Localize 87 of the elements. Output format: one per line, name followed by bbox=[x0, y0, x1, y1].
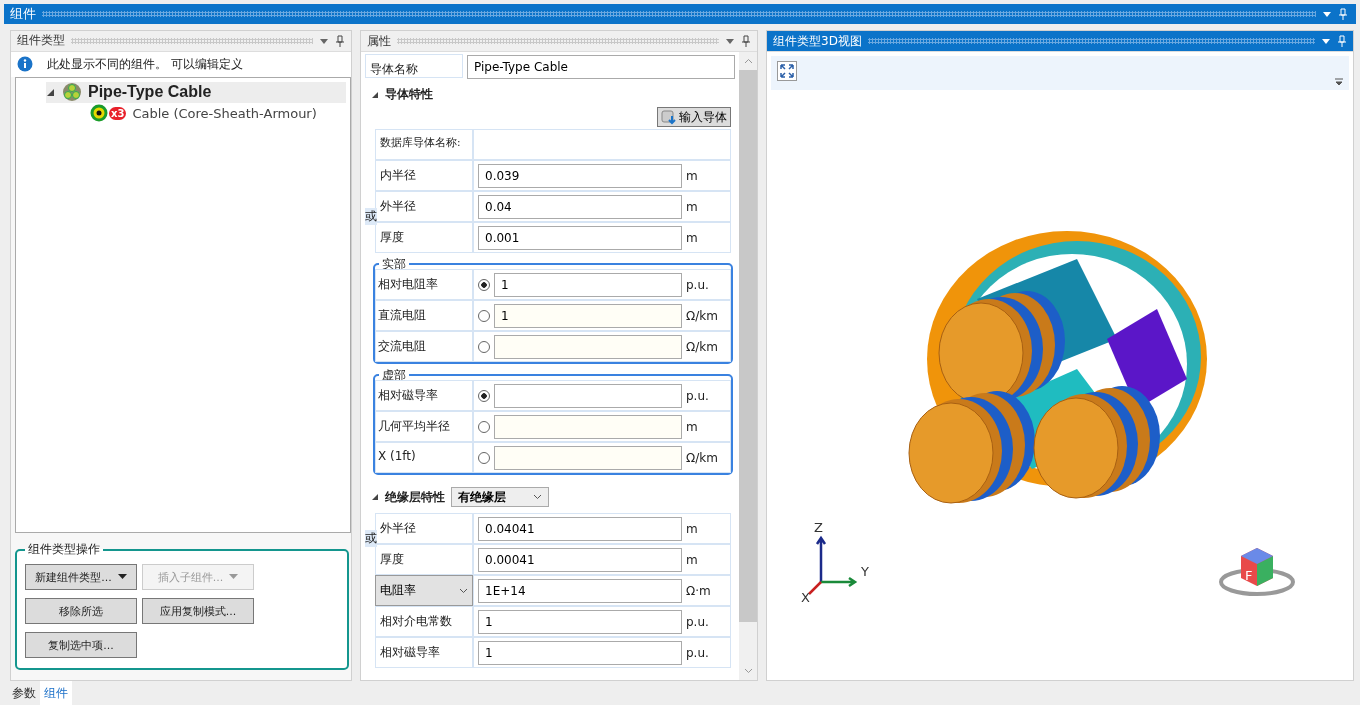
dropdown-button[interactable]: 新建组件类型... bbox=[25, 564, 137, 590]
tree-item[interactable]: x3 Cable (Core-Sheath-Armour) bbox=[46, 102, 346, 124]
info-icon bbox=[17, 56, 33, 73]
value-input[interactable]: 1 bbox=[478, 640, 682, 665]
action-button[interactable]: 复制选中项... bbox=[25, 632, 137, 658]
value-input[interactable]: 0.04 bbox=[478, 194, 682, 219]
tree-item[interactable]: Pipe-Type Cable bbox=[46, 81, 346, 103]
section-title: 导体特性 bbox=[385, 86, 433, 103]
value-input[interactable] bbox=[494, 383, 682, 408]
unit-label: Ω/km bbox=[686, 308, 719, 323]
property-dropdown[interactable]: 电阻率 bbox=[375, 575, 473, 606]
caret-icon[interactable] bbox=[533, 494, 542, 500]
value-input[interactable] bbox=[494, 445, 682, 470]
caret-icon[interactable] bbox=[725, 36, 735, 46]
or-label: 或 bbox=[365, 530, 377, 547]
unit-label: m bbox=[686, 419, 699, 434]
unit-label: Ω/km bbox=[686, 339, 719, 354]
field-label: 相对电阻率 bbox=[375, 269, 473, 300]
value-input[interactable]: 0.04041 bbox=[478, 516, 682, 541]
action-button[interactable]: 移除所选 bbox=[25, 598, 137, 624]
unit-label: m bbox=[686, 168, 699, 183]
field-label: 厚度 bbox=[375, 544, 473, 575]
value-input[interactable]: 0.001 bbox=[478, 225, 682, 250]
import-button[interactable]: 输入导体 bbox=[657, 107, 731, 127]
insulation-dropdown[interactable]: 有绝缘层 bbox=[451, 487, 549, 507]
radio-button[interactable] bbox=[478, 278, 490, 291]
field-label: 交流电阻 bbox=[375, 331, 473, 362]
axis-triad-drawing: Z Y X bbox=[799, 516, 879, 604]
panel-title: 组件类型3D视图 bbox=[773, 32, 862, 50]
collapse-arrow-icon[interactable] bbox=[371, 90, 379, 99]
unit-label: m bbox=[686, 521, 699, 536]
value-input[interactable]: 0.00041 bbox=[478, 547, 682, 572]
field-label: 导体名称 bbox=[365, 54, 463, 78]
window-title: 组件 bbox=[10, 5, 36, 23]
overflow-icon[interactable] bbox=[1335, 78, 1343, 86]
unit-label: p.u. bbox=[686, 388, 710, 403]
cable-core-icon bbox=[90, 104, 108, 123]
import-database-icon[interactable] bbox=[661, 109, 677, 125]
panel-title: 属性 bbox=[367, 32, 391, 50]
caret-icon[interactable] bbox=[459, 587, 468, 594]
or-label: 或 bbox=[365, 208, 377, 225]
field-label: 直流电阻 bbox=[375, 300, 473, 331]
collapse-arrow-icon[interactable] bbox=[371, 493, 379, 501]
section-title: 绝缘层特性 bbox=[385, 488, 445, 506]
bottom-tab[interactable]: 组件 bbox=[40, 681, 72, 705]
view-cube-drawing[interactable]: F bbox=[1217, 542, 1297, 602]
scroll-down-icon[interactable] bbox=[743, 668, 753, 674]
caret-icon[interactable] bbox=[117, 574, 127, 580]
field-label: 内半径 bbox=[375, 160, 473, 191]
pin-icon[interactable] bbox=[741, 35, 751, 47]
panel-title: 组件类型 bbox=[17, 32, 65, 50]
unit-label: p.u. bbox=[686, 614, 710, 629]
group-title: 实部 bbox=[381, 259, 407, 269]
field-label: 相对磁导率 bbox=[375, 637, 473, 668]
value-input[interactable]: 1 bbox=[494, 303, 682, 328]
field-label: 相对介电常数 bbox=[375, 606, 473, 637]
count-badge: x3 bbox=[109, 106, 127, 120]
unit-label: m bbox=[686, 230, 699, 245]
field-label: 数据库导体名称: bbox=[375, 129, 473, 160]
unit-label: p.u. bbox=[686, 645, 710, 660]
field-label: 厚度 bbox=[375, 222, 473, 253]
expand-arrow-icon[interactable] bbox=[46, 87, 56, 98]
value-input[interactable]: 1 bbox=[478, 609, 682, 634]
value-input[interactable]: 0.039 bbox=[478, 163, 682, 188]
value-input[interactable] bbox=[494, 334, 682, 359]
bottom-tab[interactable]: 参数 bbox=[8, 681, 40, 705]
unit-label: m bbox=[686, 552, 699, 567]
value-input[interactable] bbox=[494, 414, 682, 439]
pin-icon[interactable] bbox=[335, 34, 345, 47]
radio-button[interactable] bbox=[478, 389, 490, 402]
unit-label: Ω/km bbox=[686, 450, 719, 465]
action-button[interactable]: 应用复制模式... bbox=[142, 598, 254, 624]
field-label: X (1ft) bbox=[375, 442, 473, 473]
group-title: 组件类型操作 bbox=[27, 541, 101, 558]
unit-label: m bbox=[686, 199, 699, 214]
unit-label: Ω·m bbox=[686, 583, 712, 598]
unit-label: p.u. bbox=[686, 277, 710, 292]
value-input[interactable]: 1E+14 bbox=[478, 578, 682, 603]
field-label: 相对磁导率 bbox=[375, 380, 473, 411]
fit-view-button[interactable] bbox=[777, 61, 797, 81]
three-core-cable-icon bbox=[62, 82, 82, 103]
group-title: 虚部 bbox=[381, 370, 407, 380]
field-label: 几何平均半径 bbox=[375, 411, 473, 442]
scroll-up-icon[interactable] bbox=[743, 58, 753, 64]
name-input[interactable]: Pipe-Type Cable bbox=[467, 55, 735, 79]
value-input[interactable]: 1 bbox=[494, 272, 682, 297]
info-text: 此处显示不同的组件。 可以编辑定义 bbox=[47, 55, 243, 73]
